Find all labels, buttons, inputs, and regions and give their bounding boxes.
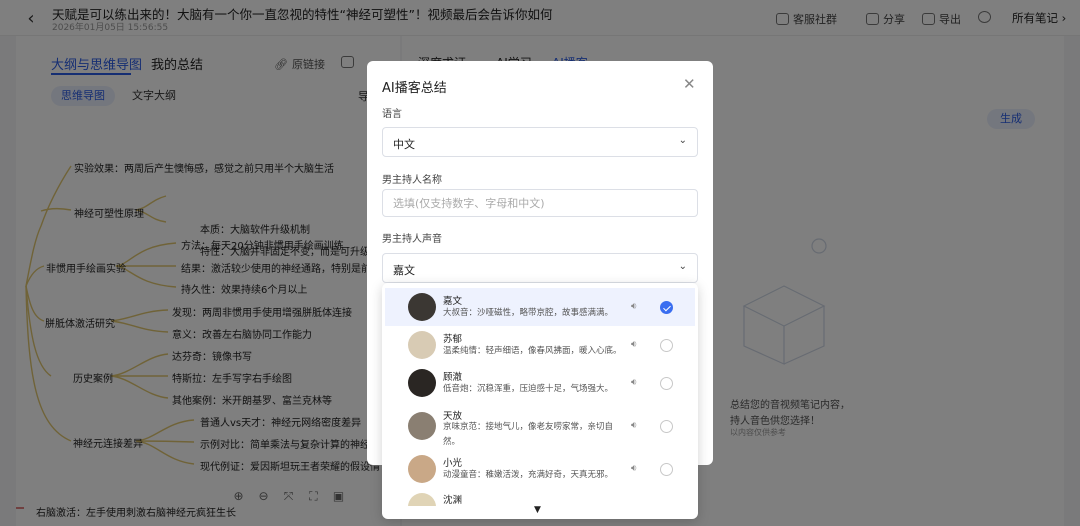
voice-description: 京味京范：接地气儿，像老友唠家常，亲切自然。	[443, 422, 614, 447]
voice-radio[interactable]	[660, 339, 673, 352]
voice-radio[interactable]	[660, 463, 673, 476]
avatar	[408, 331, 436, 359]
voice-description: 大叔音：沙哑磁性，略带京腔，故事感满满。	[443, 308, 614, 318]
voice-option[interactable]: 顾澈 低音炮：沉稳浑重，压迫感十足，气场强大。 🔉︎	[385, 364, 695, 402]
speaker-icon[interactable]: 🔉︎	[631, 339, 645, 351]
host-name-label: 男主持人名称	[382, 175, 442, 186]
avatar	[408, 412, 436, 440]
voice-option[interactable]: 嘉文 大叔音：沙哑磁性，略带京腔，故事感满满。 🔉︎	[385, 288, 695, 326]
host-voice-label: 男主持人声音	[382, 234, 442, 245]
language-value: 中文	[393, 138, 415, 151]
chevron-down-icon: ⌄	[678, 261, 687, 272]
speaker-icon[interactable]: 🔉︎	[631, 420, 645, 432]
speaker-icon[interactable]: 🔉︎	[631, 463, 645, 475]
host-voice-select[interactable]: 嘉文 ⌄	[382, 253, 698, 283]
voice-radio[interactable]	[660, 420, 673, 433]
dialog-title: AI播客总结	[382, 81, 447, 96]
avatar	[408, 293, 436, 321]
voice-option[interactable]: 苏郁 温柔纯情：轻声细语，像春风拂面，暖入心底。 🔉︎	[385, 326, 695, 364]
voice-radio[interactable]	[660, 301, 673, 314]
host-voice-value: 嘉文	[393, 264, 415, 277]
voice-option[interactable]: 沈渊	[385, 488, 695, 506]
speaker-icon[interactable]: 🔉︎	[631, 301, 645, 313]
avatar	[408, 369, 436, 397]
close-icon[interactable]: ✕	[683, 75, 696, 93]
voice-list: 嘉文 大叔音：沙哑磁性，略带京腔，故事感满满。 🔉︎ 苏郁 温柔纯情：轻声细语，…	[382, 288, 698, 506]
language-label: 语言	[382, 109, 402, 120]
voice-name: 苏郁	[443, 334, 463, 345]
voice-radio[interactable]	[660, 377, 673, 390]
voice-name: 顾澈	[443, 372, 463, 383]
scroll-down-icon[interactable]: ▼	[534, 505, 541, 515]
voice-option[interactable]: 天放 京味京范：接地气儿，像老友唠家常，亲切自然。 🔉︎	[385, 402, 695, 450]
voice-dropdown: 嘉文 大叔音：沙哑磁性，略带京腔，故事感满满。 🔉︎ 苏郁 温柔纯情：轻声细语，…	[382, 283, 698, 519]
voice-option[interactable]: 小光 动漫童音：稚嫩活泼，充满好奇，天真无邪。 🔉︎	[385, 450, 695, 488]
speaker-icon[interactable]: 🔉︎	[631, 377, 645, 389]
voice-description: 动漫童音：稚嫩活泼，充满好奇，天真无邪。	[443, 470, 614, 480]
language-select[interactable]: 中文 ⌄	[382, 127, 698, 157]
avatar	[408, 493, 436, 506]
voice-name: 沈渊	[443, 495, 463, 506]
host-name-input[interactable]	[382, 189, 698, 217]
chevron-down-icon: ⌄	[678, 135, 687, 146]
voice-name: 嘉文	[443, 296, 463, 307]
avatar	[408, 455, 436, 483]
voice-description: 温柔纯情：轻声细语，像春风拂面，暖入心底。	[443, 346, 622, 356]
voice-name: 小光	[443, 458, 463, 469]
voice-description: 低音炮：沉稳浑重，压迫感十足，气场强大。	[443, 384, 614, 394]
